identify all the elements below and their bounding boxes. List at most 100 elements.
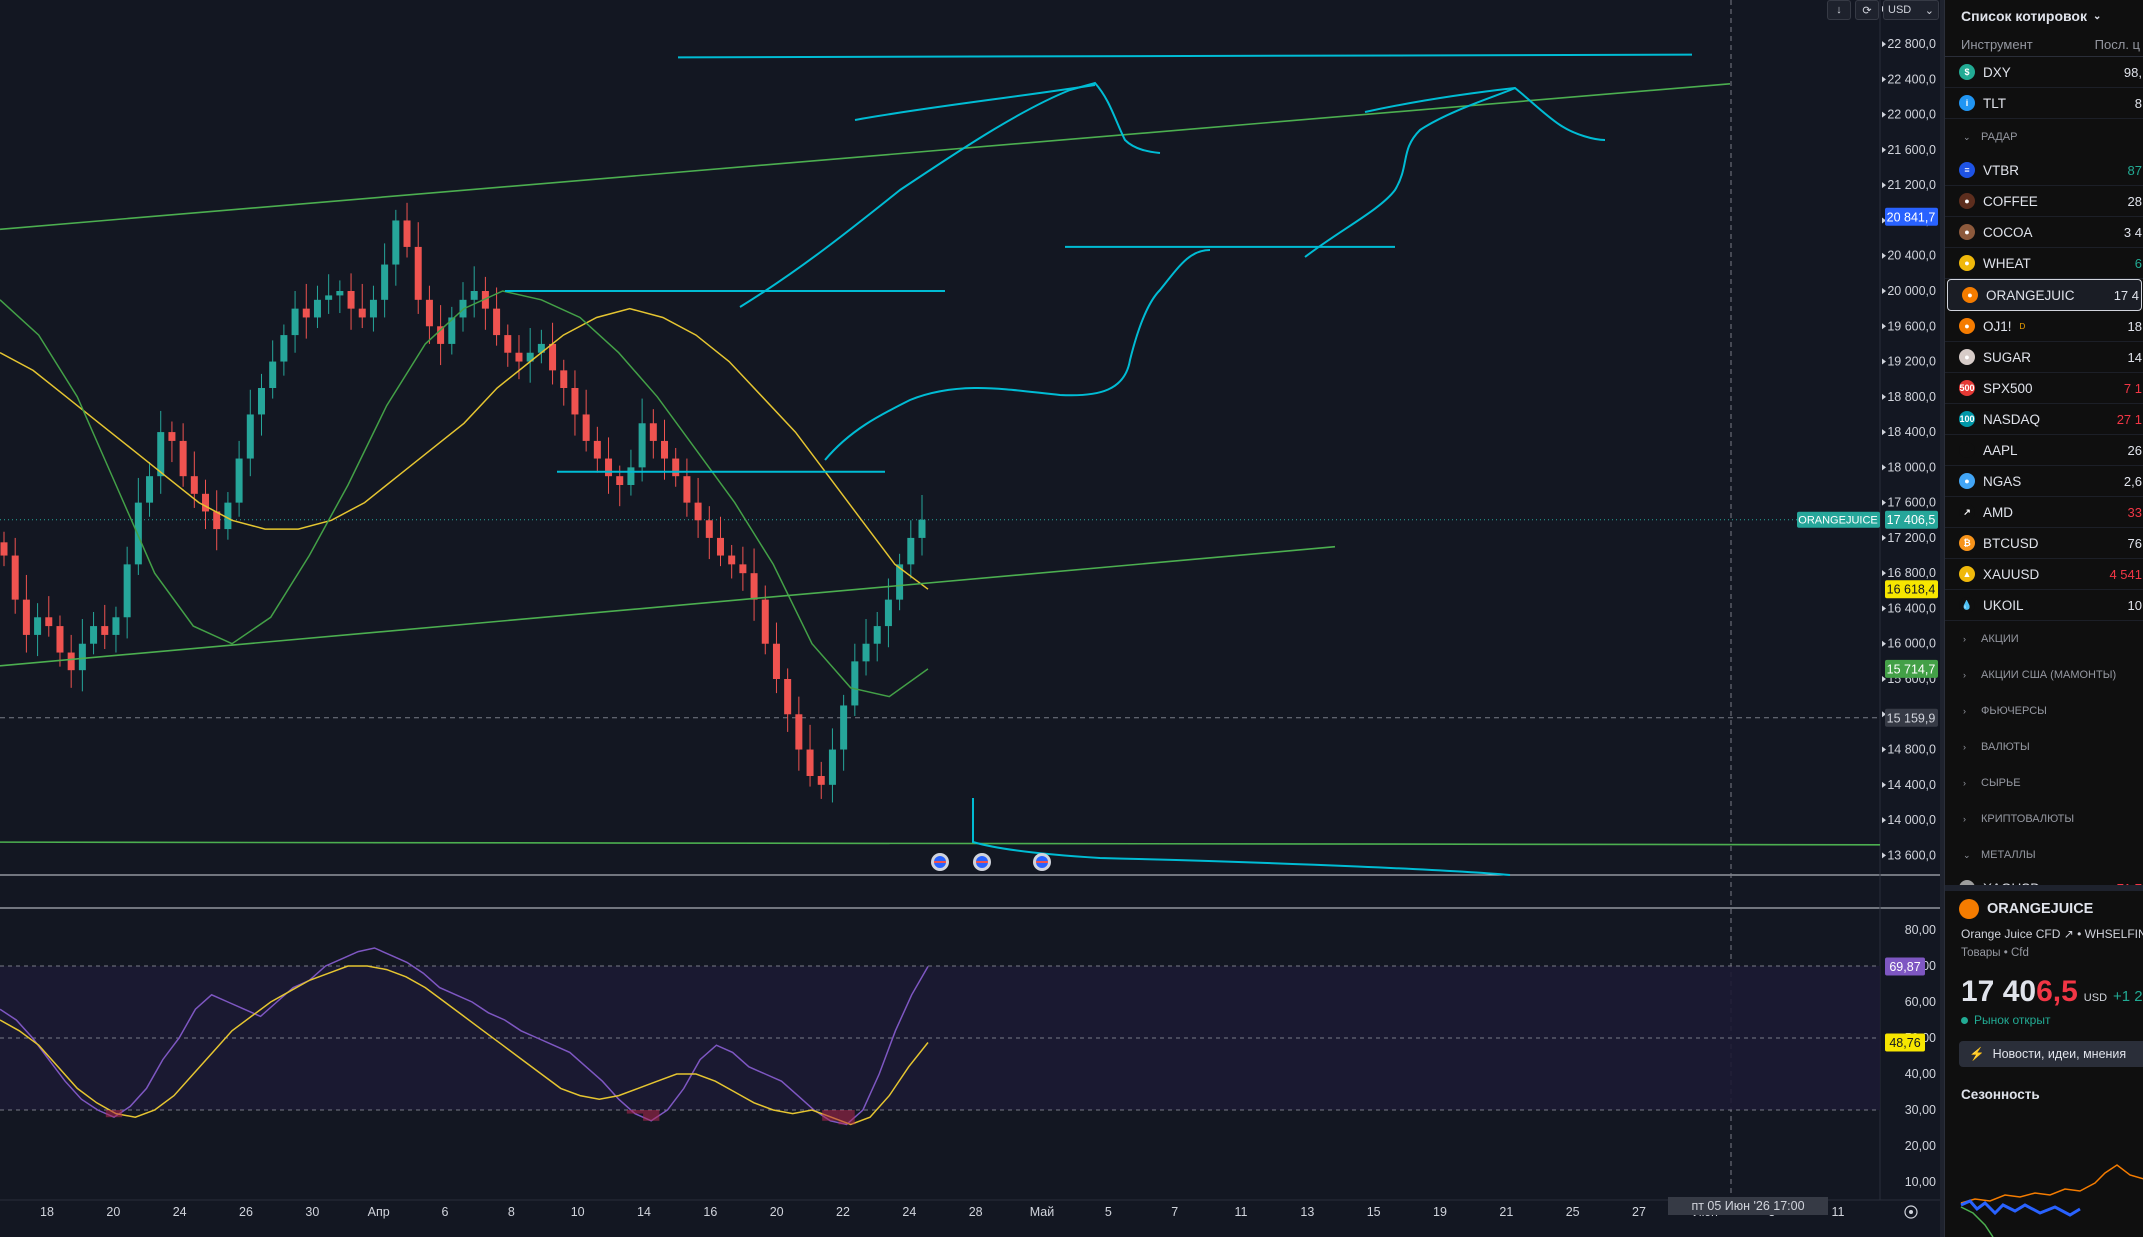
symbol-logo-icon: ≡ [1959,162,1975,178]
crosshair-time-label: пт 05 Июн '26 17:00 [1668,1197,1828,1215]
section-сырье[interactable]: › СЫРЬЕ [1945,765,2143,801]
symbol-name: NASDAQ [1983,411,2041,427]
symbol-logo-icon [1959,442,1975,458]
section-metals[interactable]: ⌄ МЕТАЛЛЫ [1945,837,2143,873]
list-item-nasdaq[interactable]: 100 NASDAQ 27 1 [1945,404,2143,435]
section-акции-сша-(мамонты)[interactable]: › АКЦИИ США (МАМОНТЫ) [1945,657,2143,693]
refresh-button[interactable]: ⟳ [1855,0,1879,20]
candle-body [795,714,803,750]
time-tick-label: 26 [239,1205,253,1219]
list-item-oj1[interactable]: ● OJ1! D 18 [1945,311,2143,342]
symbol-name: XAUUSD [1983,566,2040,582]
symbol-exchange[interactable]: WHSELFIN [2085,927,2143,941]
list-item-cocoa[interactable]: ● COCOA 3 4 [1945,217,2143,248]
candle-body [716,537,724,556]
list-item-ngas[interactable]: ● NGAS 2,6 [1945,466,2143,497]
list-item-aapl[interactable]: AAPL 26 [1945,435,2143,466]
candle-body [750,573,758,600]
symbol-name: OJ1! [1983,318,2012,334]
candle-body [437,326,445,344]
list-item-vtbr[interactable]: ≡ VTBR 87 [1945,155,2143,186]
rsi-oversold-fill [626,1110,644,1114]
candle-body [582,414,590,441]
symbol-left: 💧 UKOIL [1959,597,2024,613]
list-item-xauusd[interactable]: ▲ XAUUSD 4 541 [1945,559,2143,590]
symbol-name: SUGAR [1983,349,2032,365]
price-badge-text: 17 406,5 [1887,513,1936,527]
list-item-sugar[interactable]: ● SUGAR 14 [1945,342,2143,373]
currency-select[interactable]: USD ⌄ [1883,0,1939,20]
symbol-name: TLT [1983,95,2006,111]
price-chart[interactable]: 23 200,022 800,022 400,022 000,021 600,0… [0,0,1940,1237]
symbol-last-price: 87 [2127,162,2142,178]
column-last-price[interactable]: Посл. ц [2095,37,2140,52]
orange-juice-icon [1959,899,1979,919]
list-item-btcusd[interactable]: ₿ BTCUSD 76 [1945,528,2143,559]
symbol-details: ORANGEJUICE Orange Juice CFD ↗ • WHSELFI… [1945,885,2143,1237]
candle-body [493,308,501,336]
time-tick-label: Апр [368,1205,390,1219]
candle-body [694,502,702,521]
chart-toolbar: ↓ ⟳ USD ⌄ [1827,0,1939,20]
list-item-tlt[interactable]: i TLT 8 [1945,88,2143,119]
price-tick-label: 20 400,0 [1887,249,1936,263]
candle-body [862,643,870,662]
price-change: +1 28 [2113,988,2143,1005]
candle-body [772,643,780,679]
column-instrument[interactable]: Инструмент [1961,37,2033,52]
season-line-orange [1960,1164,2143,1204]
candle-body [146,476,154,503]
symbol-last-price: 33 [2127,504,2142,520]
section-radar[interactable]: ⌄ РАДАР [1945,119,2143,155]
candle-body [34,617,42,635]
symbol-last-price: 10 [2127,597,2142,613]
time-tick-label: 13 [1300,1205,1314,1219]
symbol-logo-icon: 500 [1959,380,1975,396]
candle-body [627,467,635,485]
section-label: АКЦИИ [1981,633,2019,645]
seasonality-title: Сезонность [1961,1087,2040,1102]
section-криптовалюты[interactable]: › КРИПТОВАЛЮТЫ [1945,801,2143,837]
symbol-description: Orange Juice CFD ↗ • WHSELFIN [1945,919,2143,941]
section-фьючерсы[interactable]: › ФЬЮЧЕРСЫ [1945,693,2143,729]
section-label: СЫРЬЕ [1981,777,2021,789]
rsi-pane[interactable] [0,947,1880,1126]
symbol-logo-icon: ▲ [1959,566,1975,582]
list-item-dxy[interactable]: $ DXY 98, [1945,57,2143,88]
candle-body [806,749,814,776]
seasonality-chart[interactable] [1945,1153,2143,1237]
symbol-last-price: 14 [2127,349,2142,365]
section-валюты[interactable]: › ВАЛЮТЫ [1945,729,2143,765]
section-акции[interactable]: › АКЦИИ [1945,621,2143,657]
candle-body [851,661,859,706]
watchlist-header[interactable]: Список котировок ⌄ [1945,0,2143,32]
chevron-right-icon: › [1963,706,1966,716]
chevron-down-icon: ⌄ [1963,849,1971,860]
symbol-left: 500 SPX500 [1959,380,2033,396]
time-tick-label: 30 [305,1205,319,1219]
list-item-coffee[interactable]: ● COFFEE 28 [1945,186,2143,217]
symbol-logo-icon: ₿ [1959,535,1975,551]
symbol-left: ● COCOA [1959,224,2033,240]
time-tick-label: 19 [1433,1205,1447,1219]
time-tick-label: 24 [902,1205,916,1219]
candle-body [683,476,691,503]
time-axis[interactable]: 18 20 24 26 30 Апр 6 8 10 14 16 20 22 24 28 Май 5 7 11 13 15… [0,1199,1940,1237]
symbol-name: AMD [1983,504,2013,520]
list-item-amd[interactable]: ↗ AMD 33 [1945,497,2143,528]
symbol-title[interactable]: ORANGEJUICE [1945,891,2143,919]
list-item-ukoil[interactable]: 💧 UKOIL 10 [1945,590,2143,621]
symbol-logo-icon: ● [1959,318,1975,334]
news-ideas-button[interactable]: ⚡ Новости, идеи, мнения [1959,1041,2143,1067]
external-link-icon[interactable]: ↗ [2064,927,2074,941]
price-main-digits: 17 40 [1961,975,2037,1008]
candle-body [784,679,792,715]
price-tick-label: 20 000,0 [1887,284,1936,298]
candle-body [828,749,836,785]
symbol-last-price: 76 [2127,535,2142,551]
download-button[interactable]: ↓ [1827,0,1851,20]
price-tick-label: 16 000,0 [1887,637,1936,651]
list-item-orangejuic[interactable]: ● ORANGEJUIC 17 4 [1947,279,2142,311]
list-item-spx500[interactable]: 500 SPX500 7 1 [1945,373,2143,404]
list-item-wheat[interactable]: ● WHEAT 6 [1945,248,2143,279]
